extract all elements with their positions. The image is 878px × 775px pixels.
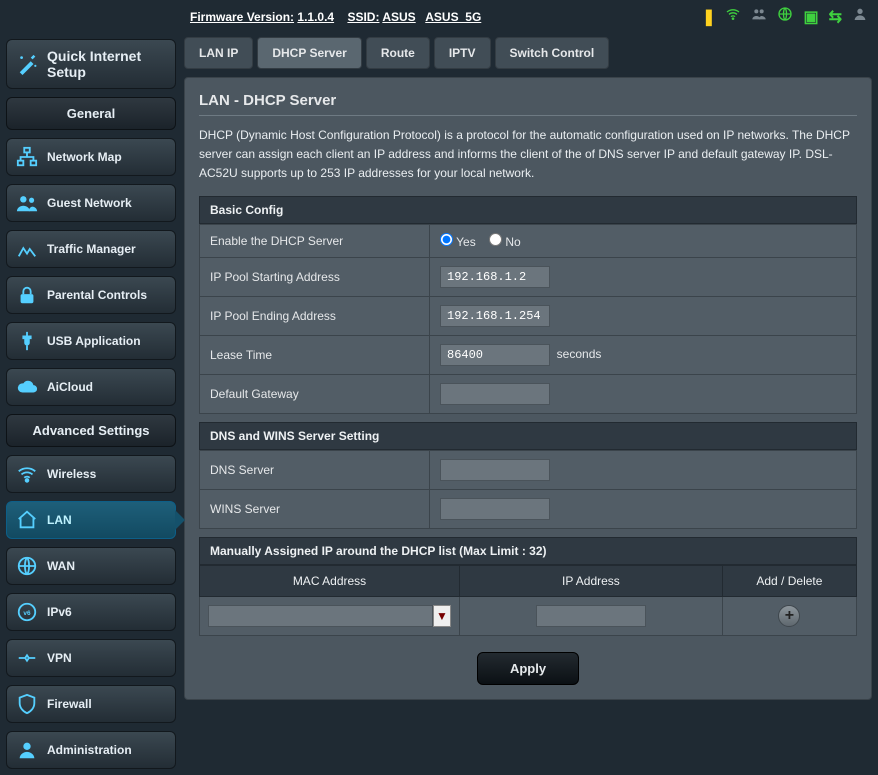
lease-time-unit: seconds — [557, 347, 602, 361]
col-mac-header: MAC Address — [200, 565, 460, 596]
sidebar-item-wireless[interactable]: Wireless — [6, 455, 176, 493]
page-title: LAN - DHCP Server — [199, 92, 857, 116]
default-gateway-input[interactable] — [440, 383, 550, 405]
ssid-label: SSID: — [347, 10, 379, 24]
enable-dhcp-yes-radio[interactable] — [440, 233, 453, 246]
add-entry-button[interactable]: + — [778, 605, 800, 627]
col-ip-header: IP Address — [460, 565, 723, 596]
tab-lan-ip[interactable]: LAN IP — [184, 37, 253, 69]
guest-icon — [15, 191, 39, 215]
enable-dhcp-no-radio[interactable] — [489, 233, 502, 246]
mac-address-select[interactable]: ▼ — [208, 605, 451, 627]
wand-icon — [17, 52, 39, 76]
manual-ip-input[interactable] — [536, 605, 646, 627]
lease-time-label: Lease Time — [200, 335, 430, 374]
general-header: General — [6, 97, 176, 130]
lan-icon[interactable]: ▣ — [803, 7, 818, 27]
basic-config-table: Enable the DHCP Server Yes No IP Pool St… — [199, 224, 857, 414]
sidebar-item-wan[interactable]: WAN — [6, 547, 176, 585]
alert-icon[interactable]: ❚ — [702, 7, 715, 27]
manual-ip-table: MAC Address IP Address Add / Delete ▼ + — [199, 565, 857, 636]
plugin-icon — [15, 329, 39, 353]
sidebar-item-network-map[interactable]: Network Map — [6, 138, 176, 176]
ip-start-label: IP Pool Starting Address — [200, 257, 430, 296]
tab-switch-control[interactable]: Switch Control — [495, 37, 610, 69]
mac-address-input[interactable] — [208, 605, 433, 627]
ssid-value-1[interactable]: ASUS — [382, 10, 415, 24]
quick-internet-setup-button[interactable]: Quick Internet Setup — [6, 39, 176, 89]
mac-dropdown-icon[interactable]: ▼ — [433, 605, 451, 627]
enable-dhcp-yes[interactable]: Yes — [440, 235, 476, 249]
vpn-icon — [15, 646, 39, 670]
firmware-info: Firmware Version: 1.1.0.4 SSID: ASUS ASU… — [190, 10, 481, 24]
client-icon[interactable] — [852, 6, 868, 27]
sidebar-item-traffic-manager[interactable]: Traffic Manager — [6, 230, 176, 268]
globe-icon[interactable] — [777, 6, 793, 27]
ip-end-label: IP Pool Ending Address — [200, 296, 430, 335]
firmware-label: Firmware Version: — [190, 10, 294, 24]
wins-server-label: WINS Server — [200, 489, 430, 528]
basic-config-header: Basic Config — [199, 196, 857, 224]
dns-table: DNS Server WINS Server — [199, 450, 857, 529]
ip-start-input[interactable] — [440, 266, 550, 288]
lock-icon — [15, 283, 39, 307]
col-action-header: Add / Delete — [722, 565, 856, 596]
sidebar-item-parental-controls[interactable]: Parental Controls — [6, 276, 176, 314]
sidebar-item-firewall[interactable]: Firewall — [6, 685, 176, 723]
shield-icon — [15, 692, 39, 716]
sidebar: Quick Internet Setup General Network Map… — [0, 33, 182, 775]
admin-icon — [15, 738, 39, 762]
sidebar-item-ipv6[interactable]: v6 IPv6 — [6, 593, 176, 631]
main-content: LAN IP DHCP Server Route IPTV Switch Con… — [182, 33, 878, 775]
traffic-icon — [15, 237, 39, 261]
enable-dhcp-label: Enable the DHCP Server — [200, 224, 430, 257]
sidebar-item-administration[interactable]: Administration — [6, 731, 176, 769]
quick-setup-label: Quick Internet Setup — [47, 48, 165, 80]
ssid-value-2[interactable]: ASUS_5G — [425, 10, 481, 24]
lease-time-input[interactable] — [440, 344, 550, 366]
sidebar-item-guest-network[interactable]: Guest Network — [6, 184, 176, 222]
tab-route[interactable]: Route — [366, 37, 430, 69]
dns-server-input[interactable] — [440, 459, 550, 481]
sidebar-item-aicloud[interactable]: AiCloud — [6, 368, 176, 406]
top-bar: Firmware Version: 1.1.0.4 SSID: ASUS ASU… — [0, 0, 878, 33]
tabs: LAN IP DHCP Server Route IPTV Switch Con… — [184, 37, 872, 69]
manual-ip-header: Manually Assigned IP around the DHCP lis… — [199, 537, 857, 565]
sidebar-item-lan[interactable]: LAN — [6, 501, 176, 539]
apply-button[interactable]: Apply — [477, 652, 579, 685]
wireless-icon — [15, 462, 39, 486]
svg-text:v6: v6 — [23, 610, 31, 617]
sidebar-item-vpn[interactable]: VPN — [6, 639, 176, 677]
dns-section-header: DNS and WINS Server Setting — [199, 422, 857, 450]
enable-dhcp-no[interactable]: No — [489, 235, 521, 249]
firmware-version[interactable]: 1.1.0.4 — [297, 10, 334, 24]
page-description: DHCP (Dynamic Host Configuration Protoco… — [199, 126, 857, 184]
wan-globe-icon — [15, 554, 39, 578]
default-gateway-label: Default Gateway — [200, 374, 430, 413]
home-icon — [15, 508, 39, 532]
usb-icon[interactable]: ⇆ — [829, 7, 842, 27]
ip-end-input[interactable] — [440, 305, 550, 327]
users-icon[interactable] — [751, 6, 767, 27]
sidebar-item-usb-application[interactable]: USB Application — [6, 322, 176, 360]
dns-server-label: DNS Server — [200, 450, 430, 489]
status-icons: ❚ ▣ ⇆ — [702, 6, 868, 27]
network-map-icon — [15, 145, 39, 169]
wins-server-input[interactable] — [440, 498, 550, 520]
tab-dhcp-server[interactable]: DHCP Server — [257, 37, 361, 69]
advanced-header: Advanced Settings — [6, 414, 176, 447]
ipv6-icon: v6 — [15, 600, 39, 624]
cloud-icon — [15, 375, 39, 399]
tab-iptv[interactable]: IPTV — [434, 37, 491, 69]
wifi-icon[interactable] — [725, 6, 741, 27]
dhcp-panel: LAN - DHCP Server DHCP (Dynamic Host Con… — [184, 77, 872, 700]
